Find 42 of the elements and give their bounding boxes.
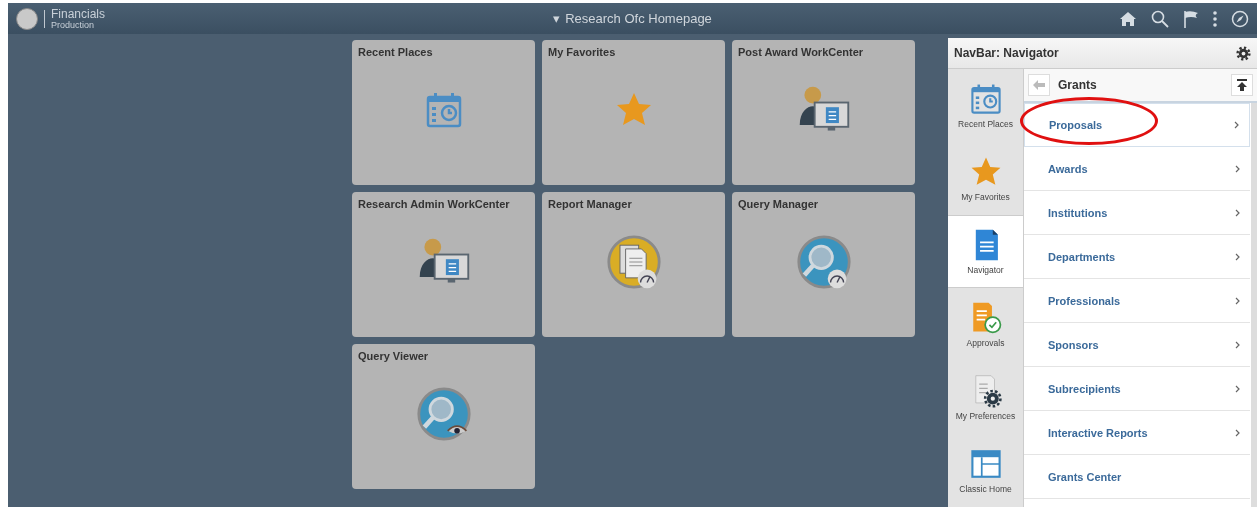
homepage-tile[interactable]: My Favorites bbox=[542, 40, 725, 185]
homepage-tile[interactable]: Recent Places bbox=[352, 40, 535, 185]
homepage-title[interactable]: Research Ofc Homepage bbox=[565, 11, 712, 26]
compass-icon[interactable] bbox=[1231, 9, 1249, 28]
homepage-tile[interactable]: Research Admin WorkCenter bbox=[352, 192, 535, 337]
calendar-clock-icon bbox=[968, 82, 1003, 116]
tile-title: Recent Places bbox=[358, 46, 433, 58]
magnifier-eye-icon bbox=[415, 385, 472, 442]
more-icon[interactable] bbox=[1213, 10, 1217, 27]
settings-icon[interactable] bbox=[1236, 45, 1251, 61]
documents-gauge-icon bbox=[605, 233, 662, 290]
tile-title: Query Manager bbox=[738, 198, 819, 210]
tile-title: Post Award WorkCenter bbox=[738, 46, 864, 58]
navbar-tab[interactable]: Navigator bbox=[948, 215, 1023, 288]
homepage-tile[interactable]: Query Viewer bbox=[352, 344, 535, 489]
homepage-tile[interactable]: Post Award WorkCenter bbox=[732, 40, 915, 185]
tile-title: My Favorites bbox=[548, 46, 616, 58]
homepage-tile[interactable]: Report Manager bbox=[542, 192, 725, 337]
magnifier-gauge-icon bbox=[795, 233, 852, 290]
window-layout-icon bbox=[968, 447, 1003, 481]
homepage-tile[interactable]: Query Manager bbox=[732, 192, 915, 337]
arrow-to-top-icon bbox=[1237, 79, 1247, 91]
back-arrow-icon bbox=[1033, 80, 1045, 90]
flag-icon[interactable] bbox=[1183, 9, 1199, 28]
collapse-button[interactable] bbox=[1231, 74, 1253, 96]
caret-icon[interactable]: ▾ bbox=[553, 11, 561, 26]
navigator-item[interactable]: Proposals bbox=[1024, 103, 1250, 147]
breadcrumb-title: Grants bbox=[1058, 78, 1097, 92]
navbar-title: NavBar: Navigator bbox=[954, 46, 1059, 60]
navbar-tab[interactable]: My Preferences bbox=[948, 361, 1023, 434]
app-name: Financials bbox=[51, 7, 106, 20]
navbar-tab[interactable]: Classic Home bbox=[948, 434, 1023, 507]
university-logo-icon bbox=[16, 7, 38, 30]
navbar-tab[interactable]: Recent Places bbox=[948, 69, 1023, 142]
tile-title: Report Manager bbox=[548, 198, 632, 210]
home-icon[interactable] bbox=[1119, 10, 1137, 27]
navbar-tab[interactable]: Approvals bbox=[948, 288, 1023, 361]
tile-title: Research Admin WorkCenter bbox=[358, 198, 510, 210]
tile-title: Query Viewer bbox=[358, 350, 429, 362]
navbar-tab[interactable]: My Favorites bbox=[948, 142, 1023, 215]
environment-label: Production bbox=[51, 20, 96, 30]
search-icon[interactable] bbox=[1151, 9, 1169, 28]
